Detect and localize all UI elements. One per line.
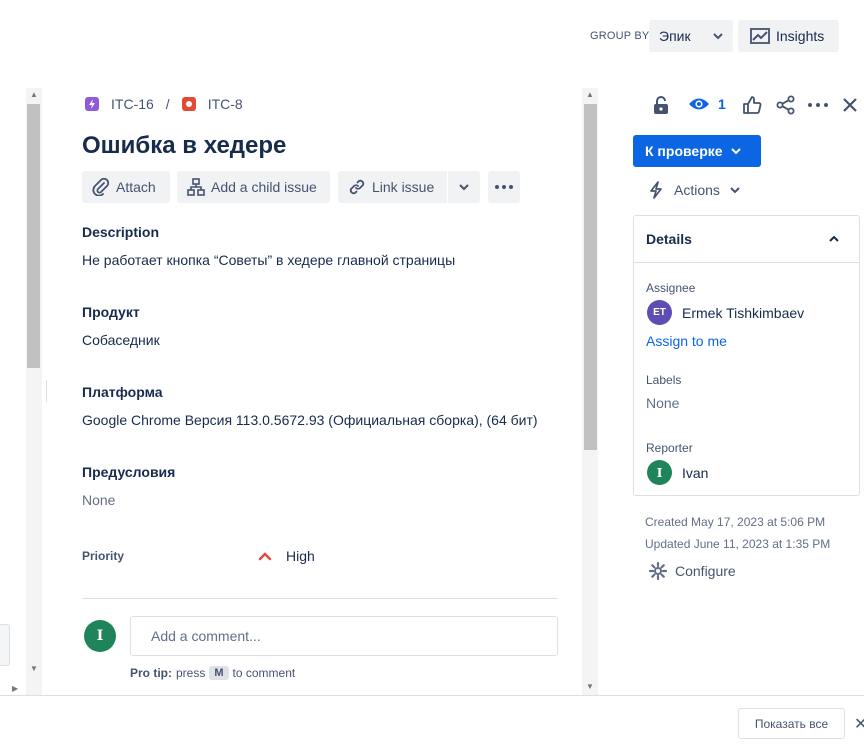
chevron-up-icon[interactable] (829, 235, 839, 243)
labels-label: Labels (646, 373, 682, 387)
comment-divider (82, 598, 558, 599)
priority-field[interactable]: High (258, 548, 315, 564)
product-value[interactable]: Собаседник (82, 332, 160, 348)
close-icon[interactable] (842, 97, 858, 113)
lightning-icon (648, 181, 664, 199)
issue-title[interactable]: Ошибка в хедере (82, 132, 286, 160)
thumbs-up-icon[interactable] (742, 95, 762, 115)
assignee-label: Assignee (646, 281, 696, 295)
left-scrollbar-thumb[interactable] (27, 104, 40, 368)
assignee-avatar: ET (647, 300, 672, 325)
status-button[interactable]: К проверке (633, 135, 761, 167)
breadcrumb-issue-link[interactable]: ITC-8 (208, 96, 243, 112)
add-child-label: Add a child issue (211, 179, 317, 195)
assignee-name: Ermek Tishkimbaev (682, 304, 805, 321)
comment-input[interactable]: Add a comment... (130, 616, 558, 656)
assign-to-me-link[interactable]: Assign to me (646, 333, 727, 349)
breadcrumb-parent-link[interactable]: ITC-16 (111, 96, 154, 112)
preconditions-value[interactable]: None (82, 492, 115, 508)
priority-label: Priority (82, 549, 125, 563)
bug-icon (181, 97, 196, 111)
scroll-up-arrow-icon[interactable]: ▲ (30, 90, 38, 99)
close-bottom-bar-icon[interactable]: ✕ (854, 714, 864, 734)
chevron-down-icon (730, 147, 741, 155)
show-all-button[interactable]: Показать все (738, 708, 845, 739)
add-child-issue-button[interactable]: Add a child issue (177, 171, 330, 203)
description-label: Description (82, 224, 160, 240)
platform-value[interactable]: Google Chrome Версия 113.0.5672.93 (Офиц… (82, 412, 538, 428)
reporter-avatar: I (647, 460, 672, 485)
chevron-down-icon (713, 32, 723, 40)
insights-label: Insights (776, 28, 825, 44)
chevron-down-icon (459, 183, 469, 191)
product-label: Продукт (82, 304, 140, 320)
platform-label: Платформа (82, 384, 163, 400)
protip-press: press (176, 666, 206, 680)
configure-label: Configure (675, 563, 736, 579)
content-scroll-down-icon[interactable]: ▼ (586, 682, 594, 691)
labels-value[interactable]: None (646, 395, 679, 411)
link-issue-dropdown[interactable] (448, 171, 480, 203)
lock-icon[interactable] (652, 95, 670, 115)
resize-handle[interactable] (46, 380, 47, 402)
created-timestamp: Created May 17, 2023 at 5:06 PM (645, 515, 826, 529)
hierarchy-icon (187, 178, 205, 196)
protip-rest: to comment (232, 666, 296, 680)
gear-icon (649, 562, 667, 580)
priority-value: High (286, 548, 315, 564)
link-icon (348, 178, 366, 196)
bottom-bar (0, 695, 864, 747)
preconditions-label: Предусловия (82, 464, 176, 480)
assignee-field[interactable]: ET Ermek Tishkimbaev (647, 300, 804, 325)
reporter-name: Ivan (682, 464, 709, 481)
attach-button[interactable]: Attach (82, 171, 170, 203)
left-popup-edge (0, 624, 10, 666)
actions-label: Actions (674, 182, 720, 198)
link-issue-label: Link issue (372, 179, 435, 195)
scroll-right-arrow-icon[interactable]: ▶ (12, 684, 18, 693)
actions-button[interactable]: Actions (648, 181, 740, 199)
group-by-select[interactable]: Эпик (649, 20, 733, 52)
reporter-field[interactable]: I Ivan (647, 460, 708, 485)
configure-button[interactable]: Configure (649, 562, 736, 580)
eye-icon (688, 96, 710, 112)
watch-button[interactable]: 1 (688, 96, 726, 112)
more-actions-button[interactable] (488, 171, 520, 203)
scroll-down-arrow-icon[interactable]: ▼ (30, 664, 38, 673)
description-value[interactable]: Не работает кнопка “Советы” в хедере гла… (82, 252, 455, 268)
watch-count: 1 (718, 96, 726, 112)
protip-key: M (209, 666, 229, 680)
comment-avatar: I (84, 620, 116, 652)
protip-bold: Pro tip: (130, 666, 172, 680)
more-icon (495, 185, 513, 189)
details-title: Details (646, 231, 692, 247)
link-issue-button[interactable]: Link issue (338, 171, 447, 203)
group-by-value: Эпик (659, 28, 691, 44)
breadcrumb: ITC-16 / ITC-8 (85, 96, 243, 112)
content-scrollbar-thumb[interactable] (584, 104, 597, 450)
insights-chart-icon (750, 28, 770, 44)
epic-icon (85, 97, 99, 111)
group-by-label: GROUP BY (590, 30, 650, 42)
more-icon[interactable] (808, 103, 828, 107)
pro-tip: Pro tip: press M to comment (130, 666, 295, 680)
reporter-label: Reporter (646, 441, 693, 455)
content-scroll-up-icon[interactable]: ▲ (586, 90, 594, 99)
status-label: К проверке (645, 143, 723, 159)
chevron-down-icon (730, 186, 740, 194)
priority-high-icon (258, 551, 272, 561)
paperclip-icon (92, 178, 110, 196)
insights-button[interactable]: Insights (738, 20, 839, 52)
updated-timestamp: Updated June 11, 2023 at 1:35 PM (645, 537, 831, 551)
breadcrumb-separator: / (165, 96, 170, 112)
share-icon[interactable] (776, 95, 796, 115)
attach-label: Attach (116, 179, 156, 195)
